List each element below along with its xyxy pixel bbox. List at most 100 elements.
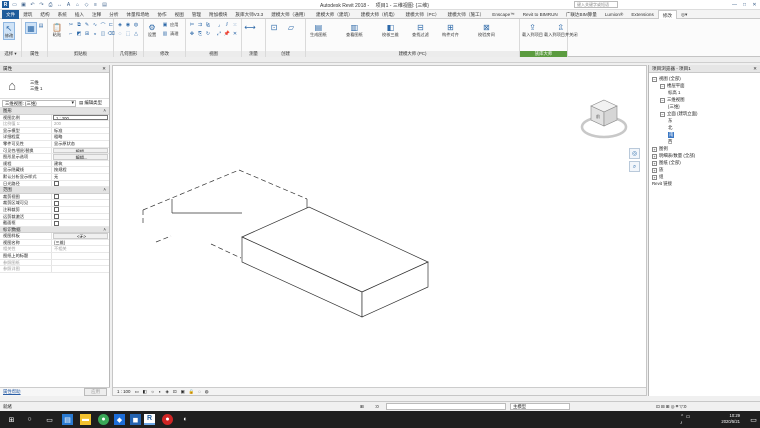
tab-12[interactable]: 族库大师V3.3 — [231, 10, 267, 19]
copy-icon[interactable]: ⧉ — [76, 22, 82, 28]
modify-button[interactable]: ↖ 修改 — [3, 22, 15, 40]
section-graphics[interactable]: 图形 — [0, 108, 109, 115]
type-properties-button[interactable]: ▤ — [38, 23, 44, 29]
delete-icon[interactable]: ✕ — [232, 31, 238, 37]
selection-filter-icons[interactable]: ⊡ ⊟ ⊞ ◎ ⌗ ▽:0 — [656, 404, 686, 410]
view-icon[interactable]: ▥ — [162, 31, 168, 37]
task-view-icon[interactable]: ▭ — [44, 414, 55, 425]
expand-icon[interactable]: + — [652, 160, 657, 166]
property-row[interactable]: 截面框 — [0, 220, 109, 227]
tree-item[interactable]: 南 — [668, 132, 675, 138]
generate-drawing-button[interactable]: ▤ 生成图纸 — [310, 22, 327, 38]
property-row[interactable]: 图形显示选项 编辑... — [0, 154, 109, 161]
tree-item[interactable]: − 视图 (全部) — [652, 76, 681, 82]
tab-24[interactable]: ◎▾ — [677, 10, 691, 19]
folder-icon[interactable]: ▬ — [80, 414, 91, 425]
property-value[interactable] — [52, 200, 109, 206]
tab-11[interactable]: 附加模块 — [205, 10, 231, 19]
property-value[interactable] — [52, 220, 109, 226]
property-row[interactable]: 参照详图 — [0, 266, 109, 273]
app-icon-1[interactable]: ◆ — [114, 414, 125, 425]
match-icon[interactable]: ✎ — [84, 22, 90, 28]
tab-6[interactable]: 分析 — [105, 10, 122, 19]
tab-21[interactable]: Lumion® — [601, 10, 627, 19]
trim-icon[interactable]: ⌟ — [216, 22, 222, 28]
tab-22[interactable]: Extensions — [627, 10, 657, 19]
revit-taskbar-icon[interactable]: R — [144, 414, 155, 425]
tree-item[interactable]: − 立面 (建筑立面) — [660, 111, 698, 117]
tree-item[interactable]: + 图例 — [652, 146, 668, 152]
expand-icon[interactable]: + — [652, 174, 657, 180]
tree-item[interactable]: {三维} — [668, 104, 680, 110]
tree-item[interactable]: + 族 — [652, 167, 663, 173]
shadows-icon[interactable]: ◐ — [159, 389, 162, 394]
save-icon[interactable]: ▣ — [20, 1, 27, 8]
property-row[interactable]: 详细程度 粗略 — [0, 134, 109, 141]
property-row[interactable]: 默认分析显示样式无 — [0, 173, 109, 181]
view-dropdown[interactable]: 三维视图: {三维} — [2, 99, 76, 107]
property-row[interactable]: 相关性 不相关 — [0, 246, 109, 254]
app-icon-3[interactable]: ● — [162, 414, 173, 425]
checkbox[interactable] — [54, 200, 59, 206]
detail-level-icon[interactable]: ▭ — [134, 389, 138, 395]
show-crop-icon[interactable]: ▣ — [181, 389, 185, 395]
system-tray-icons[interactable]: ⌃ ▭ ♪ — [680, 414, 691, 426]
tab-18[interactable]: Enscape™ — [488, 10, 518, 19]
search-input[interactable]: 键入关键字或短语 — [574, 1, 618, 8]
zoom-icon[interactable]: ⌕ — [629, 161, 640, 172]
tab-15[interactable]: 建模大师（机电） — [357, 10, 402, 19]
property-row[interactable]: 视图名称 {三维} — [0, 239, 109, 247]
collapse-icon[interactable]: − — [660, 111, 665, 117]
property-row[interactable]: 规程 建筑 — [0, 160, 109, 168]
tab-8[interactable]: 协作 — [153, 10, 170, 19]
measure-icon[interactable]: ↔ — [56, 1, 63, 8]
checkbox[interactable] — [54, 207, 59, 213]
tab-1[interactable]: 建筑 — [19, 10, 36, 19]
property-row[interactable]: 零件可见性 显示原状态 — [0, 140, 109, 148]
notification-icon[interactable]: ▭ — [748, 414, 759, 425]
view-drawing-button[interactable]: ▥ 查看图纸 — [346, 22, 363, 38]
join-geometry-icon[interactable]: ⊞ — [84, 31, 90, 37]
spline-icon[interactable]: ∿ — [92, 22, 98, 28]
print-icon[interactable]: ⎙ — [47, 1, 54, 8]
tab-14[interactable]: 建模大师（建筑） — [312, 10, 357, 19]
measure-button[interactable]: ⟷ — [244, 22, 255, 32]
expand-icon[interactable]: + — [652, 167, 657, 173]
tree-item[interactable]: 东 — [668, 118, 672, 124]
property-value[interactable]: <无> — [53, 233, 108, 239]
tab-5[interactable]: 注释 — [88, 10, 105, 19]
checkbox[interactable] — [54, 220, 59, 226]
close-icon[interactable]: ✕ — [102, 65, 106, 73]
property-row[interactable]: 裁剪视图 — [0, 193, 109, 201]
app-icon-4[interactable]: ◐ — [180, 414, 191, 425]
workset-field[interactable] — [386, 403, 506, 410]
expand-icon[interactable]: + — [652, 146, 657, 152]
tab-0[interactable]: 文件 — [2, 9, 20, 19]
check-3d-button[interactable]: ◧ 校核三维 — [382, 22, 399, 38]
property-row[interactable]: 显示隐藏线 按规程 — [0, 167, 109, 174]
offset-icon[interactable]: ⇉ — [197, 22, 203, 28]
tab-2[interactable]: 结构 — [36, 10, 53, 19]
property-value[interactable] — [52, 181, 109, 187]
check-room-button[interactable]: ⊠ 校验房间 — [478, 22, 495, 38]
thin-lines-icon[interactable]: ≡ — [92, 1, 99, 8]
maximize-icon[interactable]: □ — [741, 1, 748, 8]
property-row[interactable]: 图纸上的标题 — [0, 253, 109, 260]
collapse-icon[interactable]: − — [660, 83, 665, 89]
property-row[interactable]: 远剪裁激活 — [0, 213, 109, 221]
property-row[interactable]: 可见性/图形替换 编辑... — [0, 147, 109, 155]
copy-elem-icon[interactable]: ⎘ — [197, 31, 203, 37]
property-value[interactable]: 编辑... — [53, 147, 108, 154]
design-option-field[interactable]: 主模型 — [510, 403, 570, 410]
split-face-icon[interactable]: ◫ — [100, 31, 106, 37]
checkbox[interactable] — [54, 214, 59, 219]
property-value[interactable] — [52, 214, 109, 220]
load-to-project-button[interactable]: ⇪ 载入到项目 — [522, 22, 543, 38]
tab-7[interactable]: 体量和场地 — [122, 10, 153, 19]
close-icon[interactable]: ✕ — [751, 1, 758, 8]
paste-button[interactable]: 📋 粘贴 — [52, 22, 62, 38]
section-identity[interactable]: 标识数据 — [0, 226, 109, 234]
crop-view-icon[interactable]: ⊡ — [173, 389, 177, 395]
lock-3d-icon[interactable]: 🔒 — [189, 389, 194, 395]
section-icon[interactable]: ◇ — [83, 1, 90, 8]
